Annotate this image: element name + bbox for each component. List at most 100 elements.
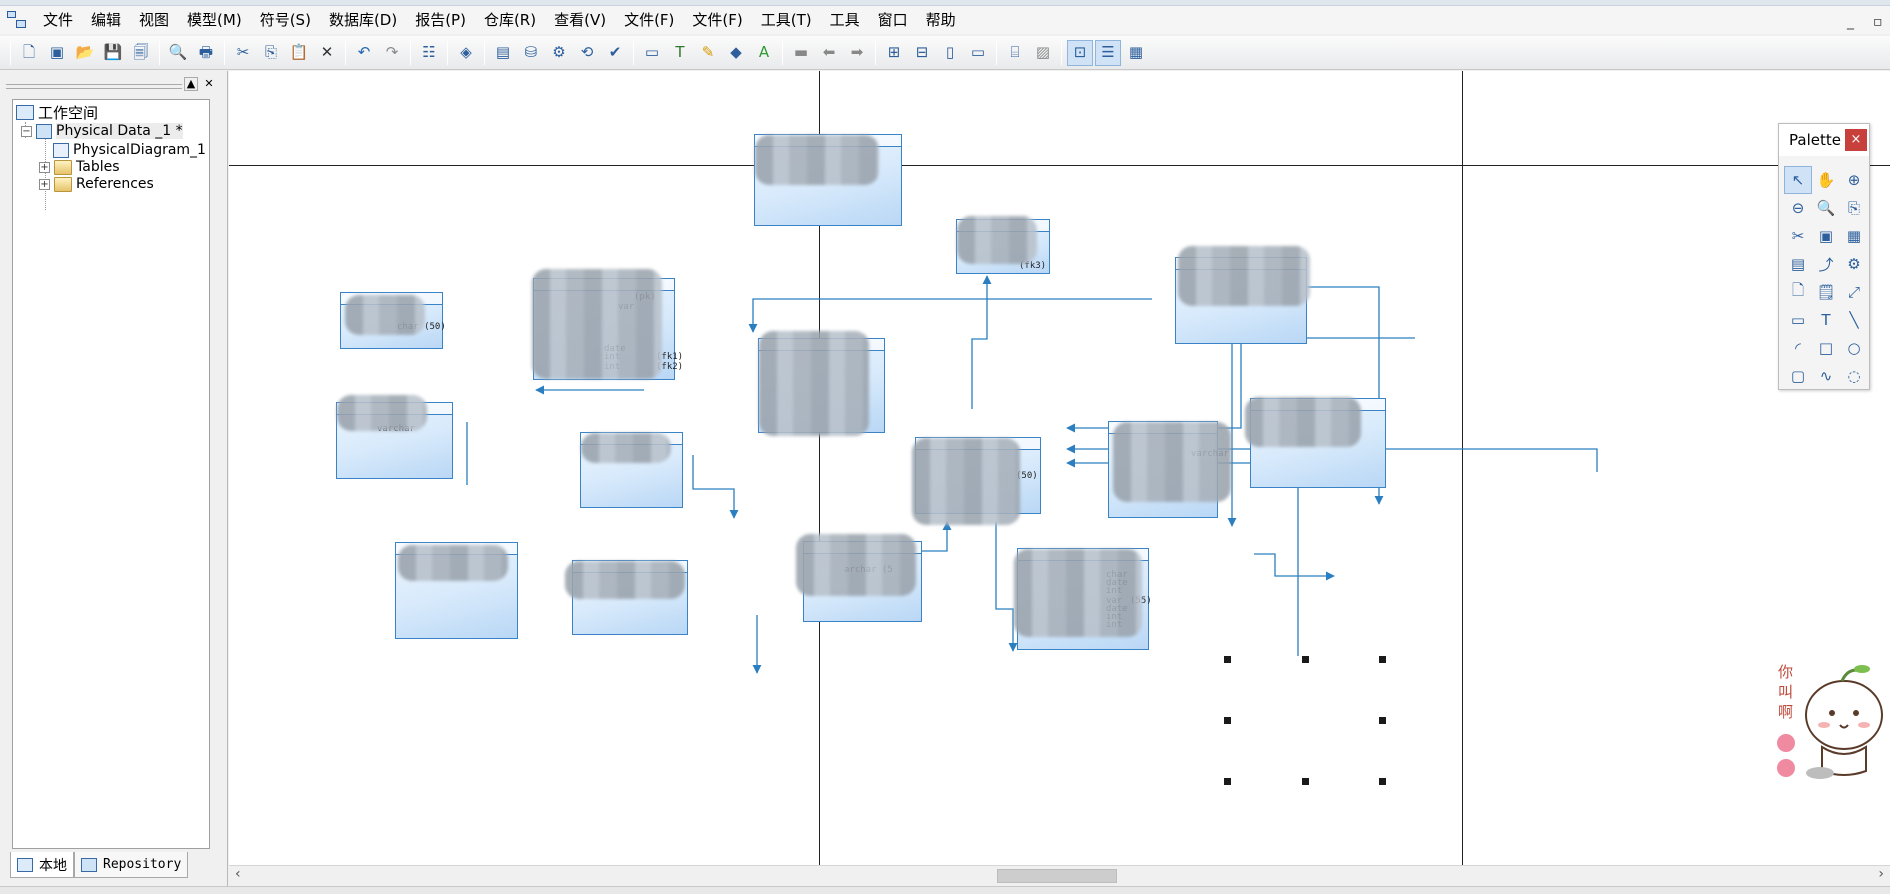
scroll-right-icon[interactable]: › [1878, 866, 1884, 882]
app-icon[interactable] [6, 10, 28, 30]
menu-item-11[interactable]: 工具(T) [752, 6, 821, 34]
save-all-icon[interactable]: 🗐 [128, 40, 154, 66]
diagram-canvas[interactable]: char (50) varchar (pk)vardateintint(fk1)(f… [229, 71, 1890, 865]
rounded-icon[interactable]: ▢ [1784, 362, 1812, 390]
zoom-in-icon[interactable]: ⊕ [1840, 166, 1868, 194]
table-entity[interactable]: varchar [336, 395, 453, 479]
hand-icon[interactable]: ✋ [1812, 166, 1840, 194]
font-icon[interactable]: A [751, 40, 777, 66]
polyline-icon[interactable]: ∿ [1812, 362, 1840, 390]
rounded-rect-icon[interactable]: ▭ [1784, 306, 1812, 334]
close-icon[interactable]: ✕ [202, 77, 216, 91]
menu-item-8[interactable]: 查看(V) [545, 6, 615, 34]
menu-item-6[interactable]: 报告(P) [406, 6, 475, 34]
palette-close-button[interactable]: × [1845, 129, 1867, 151]
symbol-3-icon[interactable]: ▯ [937, 40, 963, 66]
table-entity[interactable]: (pk)vardateintint(fk1)(fk2) [532, 269, 683, 380]
selection-handle[interactable] [1302, 778, 1309, 785]
tree-item-workspace[interactable]: 工作空间 [16, 102, 98, 122]
properties-icon[interactable]: ☷ [416, 40, 442, 66]
save-icon[interactable]: 💾 [100, 40, 126, 66]
print-preview-icon[interactable]: 🔍 [165, 40, 191, 66]
copy-icon[interactable]: ⎘ [258, 40, 284, 66]
menu-item-12[interactable]: 工具 [821, 6, 869, 34]
reverse-icon[interactable]: ⟲ [574, 40, 600, 66]
image-grey-icon[interactable]: ▨ [1030, 40, 1056, 66]
text-tool-icon[interactable]: T [1812, 306, 1840, 334]
database-icon[interactable]: ⛁ [518, 40, 544, 66]
check-icon[interactable]: ✔ [602, 40, 628, 66]
selection-handle[interactable] [1224, 778, 1231, 785]
package-icon[interactable]: ▣ [1812, 222, 1840, 250]
file-icon[interactable]: 🗋 [1784, 278, 1812, 306]
table-entity[interactable]: char (50) [340, 292, 446, 349]
arc-icon[interactable]: ◜ [1784, 334, 1812, 362]
menu-item-14[interactable]: 帮助 [917, 6, 965, 34]
text-icon[interactable]: T [667, 40, 693, 66]
output-icon[interactable]: ☰ [1095, 39, 1121, 66]
menu-item-10[interactable]: 文件(F) [683, 6, 751, 34]
note-icon[interactable]: 🗒 [1812, 278, 1840, 306]
paste-icon[interactable]: 📋 [286, 40, 312, 66]
table-entity[interactable] [754, 134, 902, 226]
window-icon[interactable]: ▭ [639, 40, 665, 66]
table-entity[interactable] [1245, 397, 1386, 488]
menu-item-0[interactable]: 文件 [34, 6, 82, 34]
pointer-icon[interactable]: ↖ [1784, 166, 1812, 194]
menu-item-5[interactable]: 数据库(D) [320, 6, 406, 34]
table-entity[interactable]: (50) [912, 437, 1041, 525]
cut-icon[interactable]: ✂ [230, 40, 256, 66]
pencil-icon[interactable]: ✎ [695, 40, 721, 66]
menu-item-13[interactable]: 窗口 [869, 6, 917, 34]
table-entity[interactable] [580, 432, 683, 508]
collapse-toggle-icon[interactable]: − [21, 125, 32, 137]
package-icon[interactable]: ▤ [490, 40, 516, 66]
line-icon[interactable]: ╲ [1840, 306, 1868, 334]
tab-repository[interactable]: Repository [74, 852, 189, 878]
arrow-left-icon[interactable]: ⬅ [816, 40, 842, 66]
table-entity[interactable]: (fk3) [956, 216, 1050, 274]
table-entity[interactable]: varchar [1108, 421, 1231, 518]
image-icon[interactable]: ⌸ [1002, 40, 1028, 66]
cut-icon[interactable]: ✂ [1784, 222, 1812, 250]
collapse-up-icon[interactable]: ▲ [184, 77, 198, 91]
undo-icon[interactable]: ↶ [351, 40, 377, 66]
expand-toggle-icon[interactable]: + [39, 178, 50, 190]
open-package-icon[interactable]: ⎘ [1840, 194, 1868, 222]
selection-handle[interactable] [1379, 778, 1386, 785]
table-icon[interactable]: ▦ [1840, 222, 1868, 250]
tab-local[interactable]: 本地 [10, 852, 74, 878]
print-icon[interactable]: 🖶 [193, 40, 219, 66]
zoom-out-icon[interactable]: ⊖ [1784, 194, 1812, 222]
result-icon[interactable]: ▦ [1123, 40, 1149, 66]
browser-icon[interactable]: ⊡ [1067, 39, 1093, 66]
selection-handle[interactable] [1224, 656, 1231, 663]
table-entity[interactable] [395, 542, 518, 639]
generate-icon[interactable]: ⚙ [546, 40, 572, 66]
tree-item-references[interactable]: + References [39, 174, 154, 194]
model-check-icon[interactable]: ◈ [453, 40, 479, 66]
scroll-left-icon[interactable]: ‹ [235, 866, 241, 882]
open-folder-icon[interactable]: 📂 [72, 40, 98, 66]
symbol-4-icon[interactable]: ▭ [965, 40, 991, 66]
selection-handle[interactable] [1379, 656, 1386, 663]
menu-item-7[interactable]: 仓库(R) [475, 6, 545, 34]
new-icon[interactable]: 🗋 [16, 40, 42, 66]
polygon-icon[interactable]: ◌ [1840, 362, 1868, 390]
table-entity[interactable]: archar (5 [796, 534, 922, 622]
scrollbar-thumb[interactable] [997, 869, 1117, 883]
redo-icon[interactable]: ↷ [379, 40, 405, 66]
reference-icon[interactable]: ⤴ [1812, 250, 1840, 278]
table-entity[interactable]: chardateintvardateintint(55) [1014, 548, 1152, 650]
table-entity[interactable] [565, 560, 688, 635]
restore-button[interactable]: ▫ [1873, 14, 1883, 30]
arrow-right-icon[interactable]: ➡ [844, 40, 870, 66]
rectangle-icon[interactable]: □ [1812, 334, 1840, 362]
selection-handle[interactable] [1302, 656, 1309, 663]
horizontal-scrollbar[interactable]: ‹ › [229, 865, 1890, 885]
menu-item-9[interactable]: 文件(F) [615, 6, 683, 34]
selection-handle[interactable] [1224, 717, 1231, 724]
procedure-icon[interactable]: ⚙ [1840, 250, 1868, 278]
menu-item-3[interactable]: 模型(M) [178, 6, 251, 34]
menu-item-4[interactable]: 符号(S) [251, 6, 320, 34]
